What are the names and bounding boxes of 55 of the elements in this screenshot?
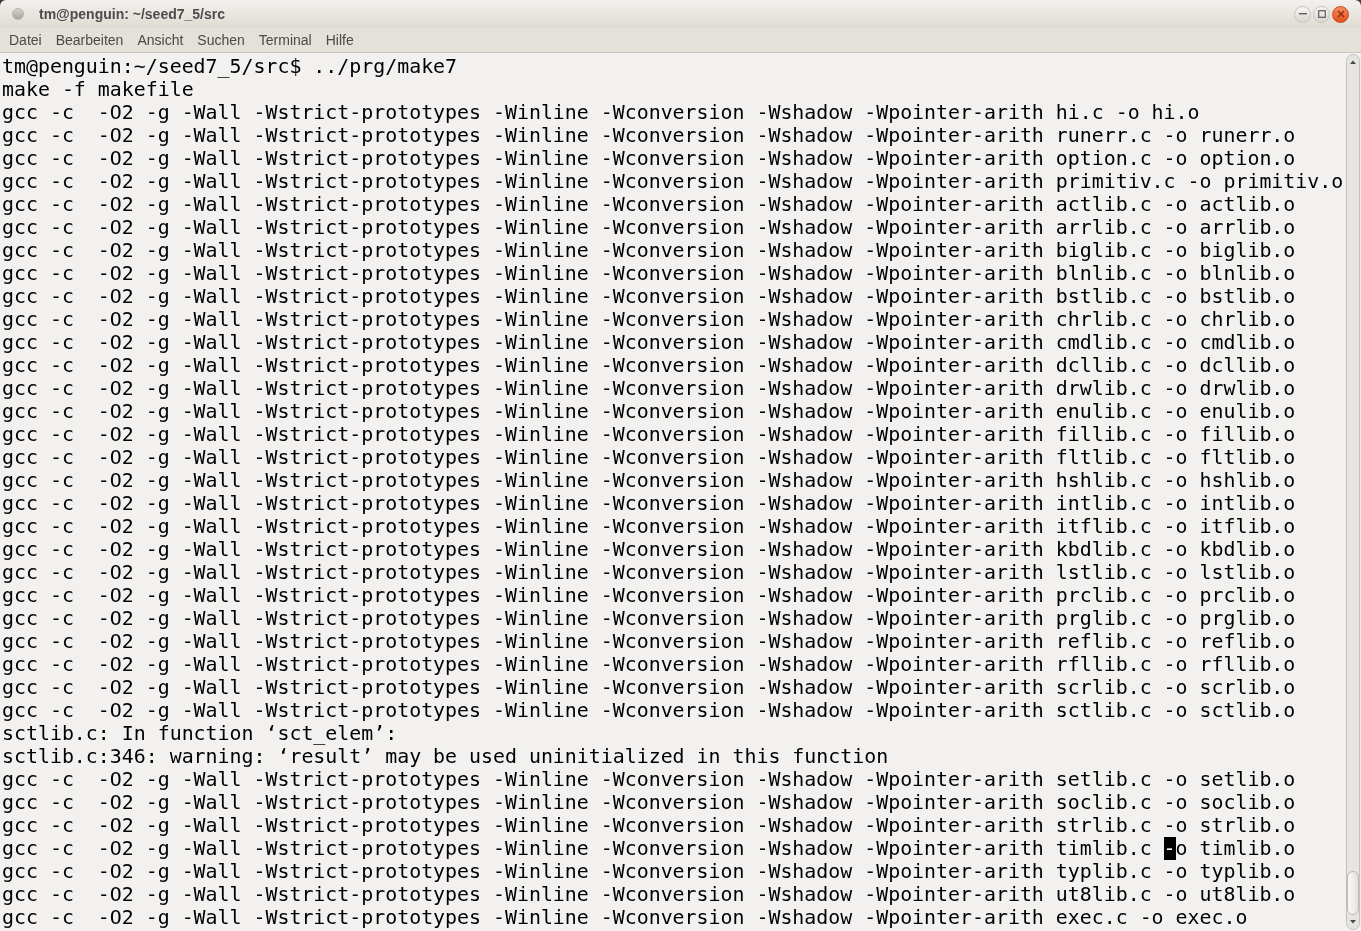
terminal-line: gcc -c -O2 -g -Wall -Wstrict-prototypes -Winline -Wconversion -Wshadow -Wpointer-arith soclib.c -o soclib.o	[2, 791, 1297, 814]
minimize-button[interactable]	[1294, 5, 1311, 23]
terminal-line: gcc -c -O2 -g -Wall -Wstrict-prototypes -Winline -Wconversion -Wshadow -Wpointer-arith blnlib.c -o blnlib.o	[2, 262, 1297, 285]
terminal-line: gcc -c -O2 -g -Wall -Wstrict-prototypes -Winline -Wconversion -Wshadow -Wpointer-arith actlib.c -o actlib.o	[2, 193, 1297, 216]
terminal-line: sctlib.c: In function ‘sct_elem’:	[2, 722, 399, 745]
terminal-line: gcc -c -O2 -g -Wall -Wstrict-prototypes -Winline -Wconversion -Wshadow -Wpointer-arith option.c -o option.o	[2, 147, 1297, 170]
terminal-line: gcc -c -O2 -g -Wall -Wstrict-prototypes -Winline -Wconversion -Wshadow -Wpointer-arith enulib.c -o enulib.o	[2, 400, 1297, 423]
terminal-line: gcc -c -O2 -g -Wall -Wstrict-prototypes -Winline -Wconversion -Wshadow -Wpointer-arith itflib.c -o itflib.o	[2, 515, 1297, 538]
terminal-line: gcc -c -O2 -g -Wall -Wstrict-prototypes -Winline -Wconversion -Wshadow -Wpointer-arith intlib.c -o intlib.o	[2, 492, 1297, 515]
terminal-line: gcc -c -O2 -g -Wall -Wstrict-prototypes -Winline -Wconversion -Wshadow -Wpointer-arith strlib.c -o strlib.o	[2, 814, 1297, 837]
maximize-icon	[1317, 10, 1326, 18]
terminal-line: gcc -c -O2 -g -Wall -Wstrict-prototypes -Winline -Wconversion -Wshadow -Wpointer-arith fillib.c -o fillib.o	[2, 423, 1297, 446]
terminal-line: gcc -c -O2 -g -Wall -Wstrict-prototypes -Winline -Wconversion -Wshadow -Wpointer-arith dcllib.c -o dcllib.o	[2, 354, 1297, 377]
terminal-line: gcc -c -O2 -g -Wall -Wstrict-prototypes -Winline -Wconversion -Wshadow -Wpointer-arith scrlib.c -o scrlib.o	[2, 676, 1297, 699]
terminal-line: gcc -c -O2 -g -Wall -Wstrict-prototypes -Winline -Wconversion -Wshadow -Wpointer-arith kbdlib.c -o kbdlib.o	[2, 538, 1297, 561]
menu-item[interactable]: Bearbeiten	[55, 29, 124, 51]
menu-item[interactable]: Hilfe	[325, 29, 354, 51]
close-button[interactable]	[1332, 5, 1349, 23]
terminal-line: gcc -c -O2 -g -Wall -Wstrict-prototypes -Winline -Wconversion -Wshadow -Wpointer-arith exec.c -o exec.o	[2, 906, 1249, 929]
terminal-line: gcc -c -O2 -g -Wall -Wstrict-prototypes -Winline -Wconversion -Wshadow -Wpointer-arith setlib.c -o setlib.o	[2, 768, 1297, 791]
terminal-line: gcc -c -O2 -g -Wall -Wstrict-prototypes -Winline -Wconversion -Wshadow -Wpointer-arith cmdlib.c -o cmdlib.o	[2, 331, 1297, 354]
menu-item[interactable]: Suchen	[197, 29, 245, 51]
terminal-text: o timlib.o	[1175, 837, 1296, 860]
menu-item[interactable]: Datei	[9, 29, 42, 51]
terminal-line: gcc -c -O2 -g -Wall -Wstrict-prototypes -Winline -Wconversion -Wshadow -Wpointer-arith prglib.c -o prglib.o	[2, 607, 1297, 630]
terminal-line: gcc -c -O2 -g -Wall -Wstrict-prototypes -Winline -Wconversion -Wshadow -Wpointer-arith ut8lib.c -o ut8lib.o	[2, 883, 1297, 906]
terminal-line: gcc -c -O2 -g -Wall -Wstrict-prototypes -Winline -Wconversion -Wshadow -Wpointer-arith prclib.c -o prclib.o	[2, 584, 1297, 607]
window-title: tm@penguin: ~/seed7_5/src	[39, 4, 225, 24]
maximize-button[interactable]	[1313, 5, 1330, 23]
close-icon	[1336, 10, 1345, 18]
terminal-line: gcc -c -O2 -g -Wall -Wstrict-prototypes -Winline -Wconversion -Wshadow -Wpointer-arith hi.c -o hi.o	[2, 101, 1201, 124]
terminal-line: sctlib.c:346: warning: ‘result’ may be used uninitialized in this function	[2, 745, 890, 768]
terminal-line: gcc -c -O2 -g -Wall -Wstrict-prototypes -Winline -Wconversion -Wshadow -Wpointer-arith reflib.c -o reflib.o	[2, 630, 1297, 653]
terminal-line: gcc -c -O2 -g -Wall -Wstrict-prototypes -Winline -Wconversion -Wshadow -Wpointer-arith arrlib.c -o arrlib.o	[2, 216, 1297, 239]
terminal-line: tm@penguin:~/seed7_5/src$ ../prg/make7	[2, 55, 459, 78]
terminal-line: gcc -c -O2 -g -Wall -Wstrict-prototypes -Winline -Wconversion -Wshadow -Wpointer-arith runerr.c -o runerr.o	[2, 124, 1297, 147]
terminal-line: gcc -c -O2 -g -Wall -Wstrict-prototypes -Winline -Wconversion -Wshadow -Wpointer-arith biglib.c -o biglib.o	[2, 239, 1297, 262]
terminal-line: gcc -c -O2 -g -Wall -Wstrict-prototypes -Winline -Wconversion -Wshadow -Wpointer-arith timlib.c	[2, 837, 1153, 860]
menu-item[interactable]: Terminal	[258, 29, 312, 51]
terminal-line: gcc -c -O2 -g -Wall -Wstrict-prototypes -Winline -Wconversion -Wshadow -Wpointer-arith lstlib.c -o lstlib.o	[2, 561, 1297, 584]
terminal-line: gcc -c -O2 -g -Wall -Wstrict-prototypes -Winline -Wconversion -Wshadow -Wpointer-arith chrlib.c -o chrlib.o	[2, 308, 1297, 331]
scrollbar[interactable]	[1346, 54, 1360, 930]
scrollbar-thumb[interactable]	[1347, 871, 1359, 915]
terminal-line: gcc -c -O2 -g -Wall -Wstrict-prototypes -Winline -Wconversion -Wshadow -Wpointer-arith bstlib.c -o bstlib.o	[2, 285, 1297, 308]
terminal-line: gcc -c -O2 -g -Wall -Wstrict-prototypes -Winline -Wconversion -Wshadow -Wpointer-arith primitiv.c -o primitiv.o	[2, 170, 1345, 193]
terminal-line: gcc -c -O2 -g -Wall -Wstrict-prototypes -Winline -Wconversion -Wshadow -Wpointer-arith fltlib.c -o fltlib.o	[2, 446, 1297, 469]
minimize-icon	[1298, 13, 1307, 15]
terminal-line: make -f makefile	[2, 78, 195, 101]
text-cursor: -	[1163, 837, 1176, 860]
terminal-line: gcc -c -O2 -g -Wall -Wstrict-prototypes -Winline -Wconversion -Wshadow -Wpointer-arith hshlib.c -o hshlib.o	[2, 469, 1297, 492]
terminal-line: gcc -c -O2 -g -Wall -Wstrict-prototypes -Winline -Wconversion -Wshadow -Wpointer-arith drwlib.c -o drwlib.o	[2, 377, 1297, 400]
menu-item[interactable]: Ansicht	[137, 29, 184, 51]
terminal-line: gcc -c -O2 -g -Wall -Wstrict-prototypes -Winline -Wconversion -Wshadow -Wpointer-arith sctlib.c -o sctlib.o	[2, 699, 1297, 722]
terminal-line: gcc -c -O2 -g -Wall -Wstrict-prototypes -Winline -Wconversion -Wshadow -Wpointer-arith rfllib.c -o rfllib.o	[2, 653, 1297, 676]
terminal-line: gcc -c -O2 -g -Wall -Wstrict-prototypes -Winline -Wconversion -Wshadow -Wpointer-arith typlib.c -o typlib.o	[2, 860, 1297, 883]
